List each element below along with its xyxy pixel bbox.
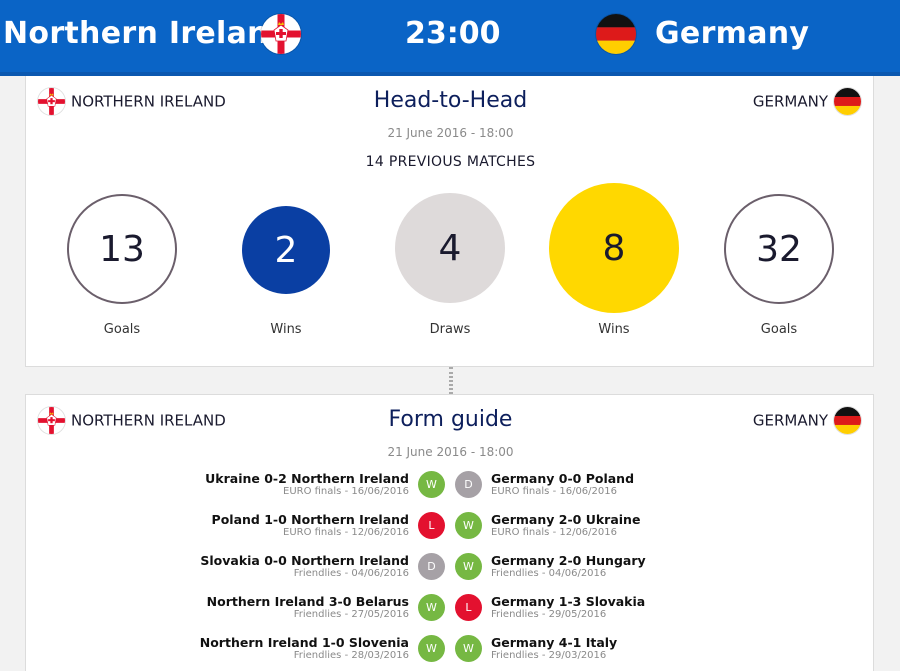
away-result-badge: D: [455, 471, 482, 498]
away-match-score: Germany 2-0 Ukraine: [491, 512, 641, 527]
home-match-score: Northern Ireland 1-0 Slovenia: [199, 635, 409, 650]
germany-flag-icon: [834, 407, 861, 434]
away-result-badge: W: [455, 635, 482, 662]
away-result-badge: W: [455, 553, 482, 580]
away-match-competition: Friendlies - 29/03/2016: [491, 650, 607, 661]
home-match-score: Poland 1-0 Northern Ireland: [211, 512, 409, 527]
match-header: Northern Ireland 23:00 Germany: [0, 0, 900, 76]
form-row[interactable]: Slovakia 0-0 Northern Ireland Friendlies …: [26, 551, 875, 591]
away-match-competition: Friendlies - 29/05/2016: [491, 609, 607, 620]
home-match-competition: Friendlies - 04/06/2016: [293, 568, 409, 579]
home-match-competition: Friendlies - 27/05/2016: [293, 609, 409, 620]
form-row[interactable]: Poland 1-0 Northern Ireland EURO finals -…: [26, 510, 875, 550]
northern-ireland-flag-icon: [261, 14, 301, 54]
home-match-result[interactable]: Poland 1-0 Northern Ireland EURO finals -…: [212, 512, 409, 539]
away-wins-label: Wins: [598, 322, 630, 337]
draws-stat: 4 Draws: [395, 193, 505, 337]
kickoff-time: 23:00: [405, 16, 501, 51]
home-goals-label: Goals: [103, 322, 141, 337]
previous-matches-count: 14 PREVIOUS MATCHES: [365, 154, 536, 170]
home-team-name[interactable]: Northern Ireland: [3, 12, 291, 56]
form-guide-card: NORTHERN IRELAND Form guide GERMANY 21 J…: [25, 394, 874, 671]
away-match-result[interactable]: Germany 2-0 Ukraine EURO finals - 12/06/2…: [491, 512, 640, 539]
home-match-result[interactable]: Northern Ireland 1-0 Slovenia Friendlies …: [200, 635, 409, 662]
h2h-date: 21 June 2016 - 18:00: [387, 126, 514, 140]
away-goals-label: Goals: [760, 322, 798, 337]
away-match-competition: Friendlies - 04/06/2016: [491, 568, 607, 579]
home-result-badge: D: [418, 553, 445, 580]
away-result-badge: W: [455, 512, 482, 539]
away-result-badge: L: [455, 594, 482, 621]
home-match-result[interactable]: Ukraine 0-2 Northern Ireland EURO finals …: [205, 471, 409, 498]
home-match-score: Northern Ireland 3-0 Belarus: [206, 594, 409, 609]
form-row[interactable]: Ukraine 0-2 Northern Ireland EURO finals …: [26, 469, 875, 509]
h2h-title: Head-to-Head: [373, 88, 528, 113]
home-goals-stat: 13 Goals: [67, 194, 177, 337]
form-row[interactable]: Northern Ireland 3-0 Belarus Friendlies -…: [26, 592, 875, 632]
home-result-badge: W: [418, 594, 445, 621]
form-guide-date: 21 June 2016 - 18:00: [387, 445, 514, 459]
home-match-competition: EURO finals - 12/06/2016: [283, 527, 409, 538]
home-wins-value: 2: [242, 206, 330, 294]
home-goals-value: 13: [67, 194, 177, 304]
away-team-name[interactable]: Germany: [655, 12, 809, 56]
home-match-competition: Friendlies - 28/03/2016: [293, 650, 409, 661]
home-match-competition: EURO finals - 16/06/2016: [283, 486, 409, 497]
home-result-badge: W: [418, 471, 445, 498]
away-goals-stat: 32 Goals: [724, 194, 834, 337]
draws-label: Draws: [429, 322, 471, 337]
away-match-competition: EURO finals - 12/06/2016: [491, 527, 617, 538]
away-match-score: Germany 0-0 Poland: [491, 471, 635, 486]
away-goals-value: 32: [724, 194, 834, 304]
head-to-head-card: NORTHERN IRELAND Head-to-Head GERMANY 21…: [25, 76, 874, 367]
home-match-score: Slovakia 0-0 Northern Ireland: [200, 553, 409, 568]
home-match-result[interactable]: Northern Ireland 3-0 Belarus Friendlies -…: [207, 594, 409, 621]
form-row[interactable]: Northern Ireland 1-0 Slovenia Friendlies …: [26, 633, 875, 671]
away-wins-stat: 8 Wins: [549, 183, 679, 337]
card-connector: [449, 367, 453, 394]
germany-flag-icon: [596, 14, 636, 54]
home-match-score: Ukraine 0-2 Northern Ireland: [205, 471, 409, 486]
form-away-team[interactable]: GERMANY: [753, 407, 861, 434]
away-match-score: Germany 1-3 Slovakia: [491, 594, 646, 609]
germany-flag-icon: [834, 88, 861, 115]
home-result-badge: W: [418, 635, 445, 662]
away-match-result[interactable]: Germany 0-0 Poland EURO finals - 16/06/20…: [491, 471, 634, 498]
away-wins-value: 8: [549, 183, 679, 313]
home-wins-label: Wins: [270, 322, 302, 337]
away-match-score: Germany 2-0 Hungary: [491, 553, 646, 568]
form-guide-title: Form guide: [388, 407, 513, 432]
away-match-result[interactable]: Germany 1-3 Slovakia Friendlies - 29/05/2…: [491, 594, 645, 621]
away-match-result[interactable]: Germany 2-0 Hungary Friendlies - 04/06/20…: [491, 553, 646, 580]
away-match-result[interactable]: Germany 4-1 Italy Friendlies - 29/03/2016: [491, 635, 617, 662]
away-match-score: Germany 4-1 Italy: [491, 635, 618, 650]
h2h-away-team[interactable]: GERMANY: [753, 88, 861, 115]
home-result-badge: L: [418, 512, 445, 539]
home-wins-stat: 2 Wins: [242, 206, 330, 337]
draws-value: 4: [395, 193, 505, 303]
away-match-competition: EURO finals - 16/06/2016: [491, 486, 617, 497]
home-match-result[interactable]: Slovakia 0-0 Northern Ireland Friendlies …: [200, 553, 409, 580]
